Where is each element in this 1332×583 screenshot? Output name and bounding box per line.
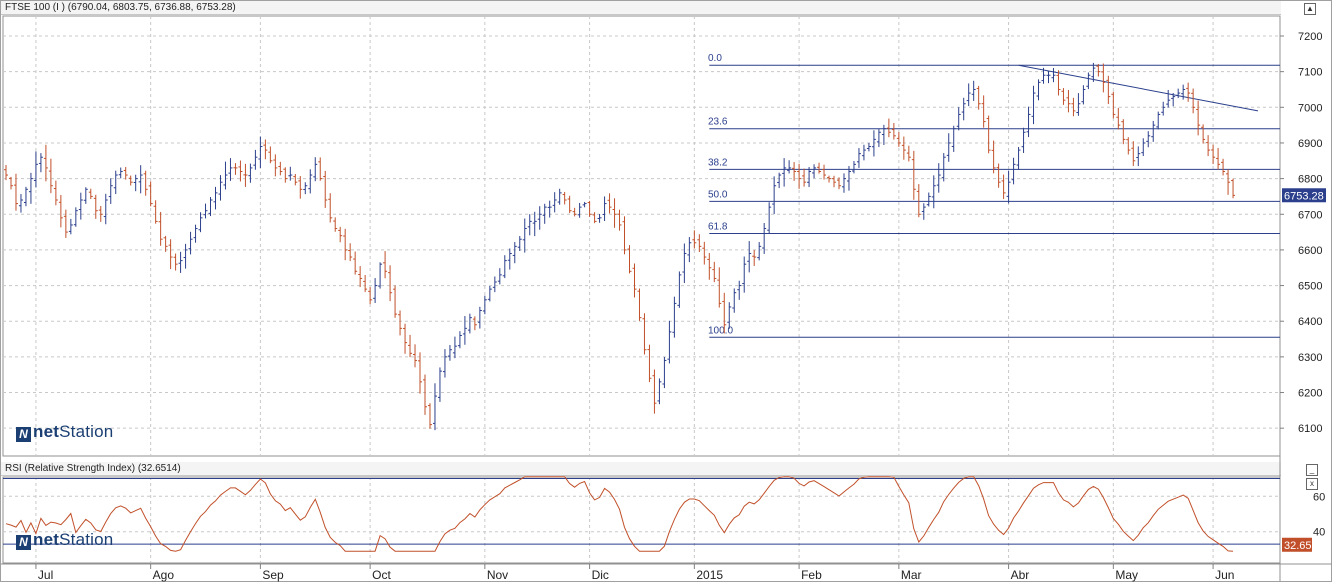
chart-window: FTSE 100 (I ) (6790.04, 6803.75, 6736.88… — [0, 0, 1332, 582]
month-label: May — [1115, 568, 1138, 582]
month-label: Feb — [801, 568, 822, 582]
price-axis-label: 7100 — [1298, 67, 1322, 79]
month-label: 2015 — [696, 568, 723, 582]
price-axis-label: 7200 — [1298, 31, 1322, 43]
month-label: Nov — [487, 568, 508, 582]
month-label: Ago — [153, 568, 175, 582]
price-axis-label: 6400 — [1298, 316, 1322, 328]
fibonacci-level-label: 61.8 — [708, 222, 728, 233]
month-label: Jun — [1215, 568, 1234, 582]
netstation-n-icon: N — [16, 535, 31, 550]
rsi-last-label: 32.65 — [1284, 540, 1312, 552]
fibonacci-level-label: 50.0 — [708, 189, 728, 200]
netstation-n-icon: N — [16, 427, 31, 442]
fibonacci-level-label: 38.2 — [708, 157, 728, 168]
fibonacci-level-label: 0.0 — [708, 53, 722, 64]
price-axis-label: 6500 — [1298, 281, 1322, 293]
last-price-label: 6753.28 — [1284, 190, 1324, 202]
price-axis-label: 6300 — [1298, 352, 1322, 364]
month-label: Mar — [901, 568, 922, 582]
month-label: Dic — [592, 568, 609, 582]
price-axis-label: 6600 — [1298, 245, 1322, 257]
chart-canvas: Jul Ago Sep Oct Nov Dic 2015 Feb Mar Abr May Jun 610… — [1, 15, 1332, 582]
month-label: Sep — [262, 568, 284, 582]
price-axis-label: 6800 — [1298, 174, 1322, 186]
rsi-axis-label: 60 — [1313, 491, 1325, 503]
price-axis-label: 6100 — [1298, 423, 1322, 435]
price-axis-label: 6200 — [1298, 388, 1322, 400]
rsi-axis-label: 40 — [1313, 527, 1325, 539]
price-axis-label: 7000 — [1298, 102, 1322, 114]
netstation-logo-rsi: NnetStation — [16, 530, 113, 550]
price-axis-label: 6700 — [1298, 209, 1322, 221]
fibonacci-level-label: 23.6 — [708, 117, 728, 128]
netstation-logo-price: NnetStation — [16, 422, 113, 442]
price-axis-label: 6900 — [1298, 138, 1322, 150]
month-label: Abr — [1011, 568, 1030, 582]
month-label: Jul — [38, 568, 53, 582]
month-label: Oct — [372, 568, 391, 582]
